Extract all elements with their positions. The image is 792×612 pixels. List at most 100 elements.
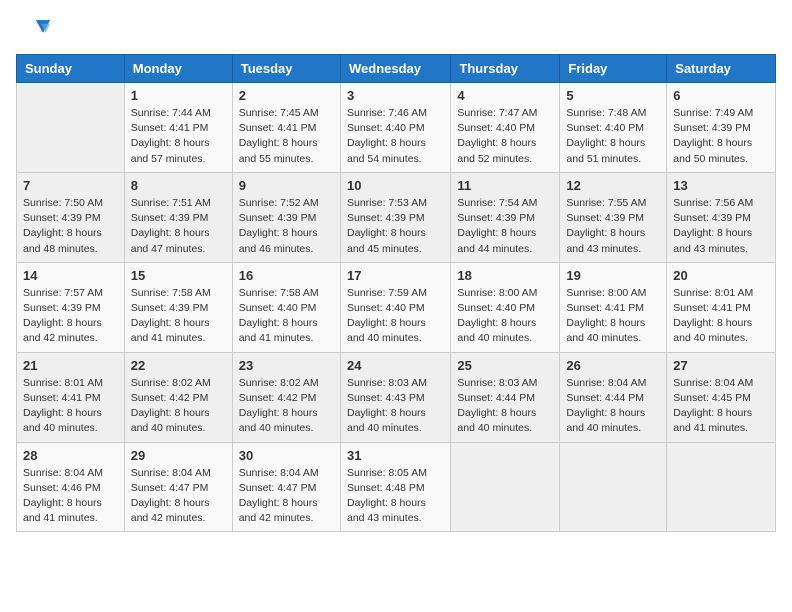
day-number: 20 xyxy=(673,268,769,283)
day-number: 17 xyxy=(347,268,444,283)
cell-info: Sunrise: 8:04 AMSunset: 4:44 PMDaylight:… xyxy=(566,376,660,437)
day-number: 14 xyxy=(23,268,118,283)
calendar-table: SundayMondayTuesdayWednesdayThursdayFrid… xyxy=(16,54,776,532)
calendar-cell: 10 Sunrise: 7:53 AMSunset: 4:39 PMDayligh… xyxy=(340,172,450,262)
day-number: 22 xyxy=(131,358,226,373)
calendar-cell: 5 Sunrise: 7:48 AMSunset: 4:40 PMDaylight… xyxy=(560,83,667,173)
day-number: 29 xyxy=(131,448,226,463)
calendar-cell: 31Sunrise: 8:05 AMSunset: 4:48 PMDayligh… xyxy=(340,442,450,532)
day-number: 28 xyxy=(23,448,118,463)
day-number: 3 xyxy=(347,88,444,103)
cell-info: Sunrise: 7:44 AMSunset: 4:41 PMDaylight:… xyxy=(131,106,226,167)
week-row-1: 1 Sunrise: 7:44 AMSunset: 4:41 PMDaylight… xyxy=(17,83,776,173)
calendar-cell: 30 Sunrise: 8:04 AMSunset: 4:47 PMDayligh… xyxy=(232,442,340,532)
day-number: 19 xyxy=(566,268,660,283)
day-number: 16 xyxy=(239,268,334,283)
cell-info: Sunrise: 8:03 AMSunset: 4:44 PMDaylight:… xyxy=(457,376,553,437)
cell-info: Sunrise: 7:50 AMSunset: 4:39 PMDaylight:… xyxy=(23,196,118,257)
calendar-cell: 24 Sunrise: 8:03 AMSunset: 4:43 PMDayligh… xyxy=(340,352,450,442)
calendar-cell: 22 Sunrise: 8:02 AMSunset: 4:42 PMDayligh… xyxy=(124,352,232,442)
day-number: 12 xyxy=(566,178,660,193)
cell-info: Sunrise: 8:04 AMSunset: 4:46 PMDaylight:… xyxy=(23,466,118,527)
week-row-5: 28 Sunrise: 8:04 AMSunset: 4:46 PMDayligh… xyxy=(17,442,776,532)
cell-info: Sunrise: 7:53 AMSunset: 4:39 PMDaylight:… xyxy=(347,196,444,257)
calendar-cell xyxy=(667,442,776,532)
calendar-cell: 14 Sunrise: 7:57 AMSunset: 4:39 PMDayligh… xyxy=(17,262,125,352)
day-number: 8 xyxy=(131,178,226,193)
cell-info: Sunrise: 7:48 AMSunset: 4:40 PMDaylight:… xyxy=(566,106,660,167)
cell-info: Sunrise: 7:52 AMSunset: 4:39 PMDaylight:… xyxy=(239,196,334,257)
week-row-4: 21 Sunrise: 8:01 AMSunset: 4:41 PMDayligh… xyxy=(17,352,776,442)
day-number: 7 xyxy=(23,178,118,193)
day-number: 1 xyxy=(131,88,226,103)
day-number: 24 xyxy=(347,358,444,373)
day-number: 18 xyxy=(457,268,553,283)
cell-info: Sunrise: 7:58 AMSunset: 4:39 PMDaylight:… xyxy=(131,286,226,347)
day-number: 11 xyxy=(457,178,553,193)
calendar-cell: 18 Sunrise: 8:00 AMSunset: 4:40 PMDayligh… xyxy=(451,262,560,352)
week-row-2: 7 Sunrise: 7:50 AMSunset: 4:39 PMDaylight… xyxy=(17,172,776,262)
calendar-cell: 4 Sunrise: 7:47 AMSunset: 4:40 PMDaylight… xyxy=(451,83,560,173)
cell-info: Sunrise: 8:01 AMSunset: 4:41 PMDaylight:… xyxy=(23,376,118,437)
day-header-saturday: Saturday xyxy=(667,55,776,83)
day-header-friday: Friday xyxy=(560,55,667,83)
day-number: 13 xyxy=(673,178,769,193)
calendar-cell: 26 Sunrise: 8:04 AMSunset: 4:44 PMDayligh… xyxy=(560,352,667,442)
logo xyxy=(16,16,56,44)
cell-info: Sunrise: 8:04 AMSunset: 4:47 PMDaylight:… xyxy=(131,466,226,527)
calendar-cell: 2 Sunrise: 7:45 AMSunset: 4:41 PMDaylight… xyxy=(232,83,340,173)
calendar-cell: 28 Sunrise: 8:04 AMSunset: 4:46 PMDayligh… xyxy=(17,442,125,532)
cell-info: Sunrise: 8:02 AMSunset: 4:42 PMDaylight:… xyxy=(131,376,226,437)
day-number: 23 xyxy=(239,358,334,373)
calendar-cell: 27Sunrise: 8:04 AMSunset: 4:45 PMDayligh… xyxy=(667,352,776,442)
calendar-cell: 25 Sunrise: 8:03 AMSunset: 4:44 PMDayligh… xyxy=(451,352,560,442)
cell-info: Sunrise: 8:01 AMSunset: 4:41 PMDaylight:… xyxy=(673,286,769,347)
day-number: 4 xyxy=(457,88,553,103)
cell-info: Sunrise: 7:57 AMSunset: 4:39 PMDaylight:… xyxy=(23,286,118,347)
cell-info: Sunrise: 7:56 AMSunset: 4:39 PMDaylight:… xyxy=(673,196,769,257)
day-number: 30 xyxy=(239,448,334,463)
day-number: 26 xyxy=(566,358,660,373)
day-number: 15 xyxy=(131,268,226,283)
cell-info: Sunrise: 7:49 AMSunset: 4:39 PMDaylight:… xyxy=(673,106,769,167)
header xyxy=(16,16,776,44)
calendar-cell: 19 Sunrise: 8:00 AMSunset: 4:41 PMDayligh… xyxy=(560,262,667,352)
calendar-header: SundayMondayTuesdayWednesdayThursdayFrid… xyxy=(17,55,776,83)
calendar-cell: 12Sunrise: 7:55 AMSunset: 4:39 PMDayligh… xyxy=(560,172,667,262)
cell-info: Sunrise: 7:45 AMSunset: 4:41 PMDaylight:… xyxy=(239,106,334,167)
day-header-wednesday: Wednesday xyxy=(340,55,450,83)
calendar-cell: 6 Sunrise: 7:49 AMSunset: 4:39 PMDaylight… xyxy=(667,83,776,173)
cell-info: Sunrise: 7:58 AMSunset: 4:40 PMDaylight:… xyxy=(239,286,334,347)
calendar-cell: 20 Sunrise: 8:01 AMSunset: 4:41 PMDayligh… xyxy=(667,262,776,352)
cell-info: Sunrise: 8:02 AMSunset: 4:42 PMDaylight:… xyxy=(239,376,334,437)
day-number: 21 xyxy=(23,358,118,373)
calendar-cell xyxy=(17,83,125,173)
day-number: 10 xyxy=(347,178,444,193)
day-header-sunday: Sunday xyxy=(17,55,125,83)
day-header-monday: Monday xyxy=(124,55,232,83)
cell-info: Sunrise: 7:59 AMSunset: 4:40 PMDaylight:… xyxy=(347,286,444,347)
calendar-cell: 29 Sunrise: 8:04 AMSunset: 4:47 PMDayligh… xyxy=(124,442,232,532)
week-row-3: 14 Sunrise: 7:57 AMSunset: 4:39 PMDayligh… xyxy=(17,262,776,352)
calendar-cell: 7 Sunrise: 7:50 AMSunset: 4:39 PMDaylight… xyxy=(17,172,125,262)
calendar-cell: 21 Sunrise: 8:01 AMSunset: 4:41 PMDayligh… xyxy=(17,352,125,442)
day-number: 5 xyxy=(566,88,660,103)
logo-icon xyxy=(16,16,52,44)
calendar-cell: 1 Sunrise: 7:44 AMSunset: 4:41 PMDaylight… xyxy=(124,83,232,173)
cell-info: Sunrise: 8:00 AMSunset: 4:41 PMDaylight:… xyxy=(566,286,660,347)
cell-info: Sunrise: 7:47 AMSunset: 4:40 PMDaylight:… xyxy=(457,106,553,167)
day-number: 31 xyxy=(347,448,444,463)
day-number: 25 xyxy=(457,358,553,373)
day-number: 2 xyxy=(239,88,334,103)
calendar-cell: 16 Sunrise: 7:58 AMSunset: 4:40 PMDayligh… xyxy=(232,262,340,352)
calendar-cell xyxy=(451,442,560,532)
day-number: 9 xyxy=(239,178,334,193)
calendar-cell: 9 Sunrise: 7:52 AMSunset: 4:39 PMDaylight… xyxy=(232,172,340,262)
day-header-thursday: Thursday xyxy=(451,55,560,83)
cell-info: Sunrise: 8:04 AMSunset: 4:47 PMDaylight:… xyxy=(239,466,334,527)
cell-info: Sunrise: 7:54 AMSunset: 4:39 PMDaylight:… xyxy=(457,196,553,257)
day-number: 6 xyxy=(673,88,769,103)
cell-info: Sunrise: 8:00 AMSunset: 4:40 PMDaylight:… xyxy=(457,286,553,347)
cell-info: Sunrise: 8:03 AMSunset: 4:43 PMDaylight:… xyxy=(347,376,444,437)
day-number: 27 xyxy=(673,358,769,373)
